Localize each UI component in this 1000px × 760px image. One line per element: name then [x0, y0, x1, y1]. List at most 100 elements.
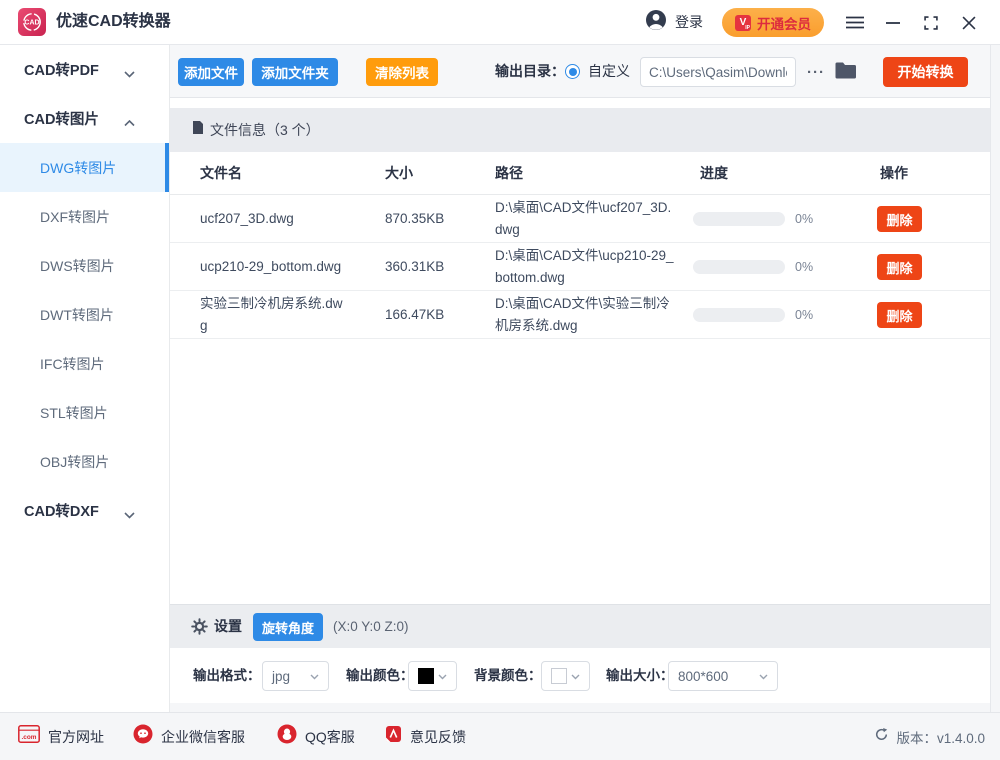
table-header: 文件名 大小 路径 进度 操作 [170, 152, 990, 195]
file-size: 166.47KB [385, 304, 480, 326]
sidebar-group-label: CAD转PDF [24, 59, 99, 80]
sidebar-group-cad-to-pdf[interactable]: CAD转PDF [0, 45, 169, 94]
svg-text:.com: .com [22, 734, 37, 741]
refresh-icon[interactable] [874, 727, 889, 747]
file-path: D:\桌面\CAD文件\ucp210-29_bottom.dwg [495, 245, 675, 289]
rotation-values: (X:0 Y:0 Z:0) [333, 605, 409, 648]
output-color-select[interactable] [408, 661, 457, 691]
white-color-swatch [551, 668, 567, 684]
login-label: 登录 [675, 12, 703, 32]
sidebar-item-stl-to-image[interactable]: STL转图片 [0, 388, 169, 437]
column-progress: 进度 [700, 152, 860, 195]
output-size-value: 800*600 [678, 669, 728, 684]
vip-icon: V IP [735, 15, 751, 31]
output-color-label: 输出颜色： [346, 648, 414, 703]
sidebar-item-dxf-to-image[interactable]: DXF转图片 [0, 192, 169, 241]
file-size: 360.31KB [385, 256, 480, 278]
sidebar-item-dws-to-image[interactable]: DWS转图片 [0, 241, 169, 290]
file-path: D:\桌面\CAD文件\ucf207_3D.dwg [495, 197, 675, 241]
output-size-label: 输出大小： [606, 648, 674, 703]
wechat-support-link[interactable]: 企业微信客服 [133, 713, 245, 760]
titlebar: CAD 优速CAD转换器 登录 V IP 开通会员 [0, 0, 1000, 45]
sidebar-item-label: DWT转图片 [40, 305, 114, 325]
maximize-icon[interactable] [914, 0, 948, 45]
sidebar-item-label: DWS转图片 [40, 256, 115, 276]
sidebar-item-label: STL转图片 [40, 403, 108, 423]
file-name: 实验三制冷机房系统.dwg [200, 293, 350, 337]
scroll-gutter[interactable] [990, 45, 1000, 712]
sidebar-group-cad-to-dxf[interactable]: CAD转DXF [0, 486, 169, 535]
output-path-input[interactable] [640, 57, 796, 87]
sidebar-item-dwg-to-image[interactable]: DWG转图片 [0, 143, 169, 192]
settings-bar: 设置 旋转角度 (X:0 Y:0 Z:0) [170, 604, 990, 648]
chevron-down-icon [759, 667, 768, 685]
browse-more-button[interactable]: ··· [803, 50, 829, 94]
chevron-down-icon [310, 667, 319, 685]
sidebar-item-dwt-to-image[interactable]: DWT转图片 [0, 290, 169, 339]
toolbar: 添加文件 添加文件夹 清除列表 输出目录： 自定义 ··· 开始转换 [170, 45, 990, 98]
file-list-panel: 文件信息（3 个） 文件名 大小 路径 进度 操作 ucf207_3D.dwg … [170, 98, 990, 604]
table-row: ucf207_3D.dwg 870.35KB D:\桌面\CAD文件\ucf20… [170, 195, 990, 243]
rotate-angle-button[interactable]: 旋转角度 [253, 613, 323, 641]
file-name: ucp210-29_bottom.dwg [200, 256, 350, 278]
close-icon[interactable] [952, 0, 986, 45]
settings-label: 设置 [214, 605, 242, 648]
sidebar-group-label: CAD转图片 [24, 108, 99, 129]
start-convert-button[interactable]: 开始转换 [883, 57, 968, 87]
sidebar-group-cad-to-image[interactable]: CAD转图片 [0, 94, 169, 143]
login-button[interactable]: 登录 [645, 10, 703, 34]
sidebar-item-obj-to-image[interactable]: OBJ转图片 [0, 437, 169, 486]
file-size: 870.35KB [385, 208, 480, 230]
svg-text:CAD: CAD [24, 20, 39, 27]
output-options-row: 输出格式： jpg 输出颜色： 背景颜色： 输出大小： 800*600 [170, 648, 990, 703]
dot-com-browser-icon: .com [18, 725, 40, 748]
output-format-value: jpg [272, 669, 290, 684]
table-row: 实验三制冷机房系统.dwg 166.47KB D:\桌面\CAD文件\实验三制冷… [170, 291, 990, 339]
qq-support-label: QQ客服 [305, 727, 355, 747]
open-folder-icon[interactable] [834, 61, 858, 85]
sidebar-item-label: OBJ转图片 [40, 452, 109, 472]
file-info-label: 文件信息（3 个） [210, 120, 320, 140]
output-size-select[interactable]: 800*600 [668, 661, 778, 691]
feedback-label: 意见反馈 [410, 727, 466, 747]
custom-radio-label: 自定义 [588, 45, 630, 97]
qq-icon [277, 724, 297, 749]
add-folder-button[interactable]: 添加文件夹 [252, 58, 338, 86]
delete-button[interactable]: 删除 [877, 302, 922, 328]
background-color-label: 背景颜色： [474, 648, 542, 703]
chevron-down-icon [124, 66, 135, 82]
sidebar-item-label: IFC转图片 [40, 354, 105, 374]
vip-upgrade-button[interactable]: V IP 开通会员 [722, 8, 824, 37]
menu-icon[interactable] [838, 0, 872, 45]
progress-bar [693, 260, 785, 274]
background-color-select[interactable] [541, 661, 590, 691]
custom-radio[interactable] [565, 64, 580, 79]
add-file-button[interactable]: 添加文件 [178, 58, 244, 86]
user-avatar-icon [645, 9, 667, 36]
wechat-support-label: 企业微信客服 [161, 727, 245, 747]
sidebar: CAD转PDF CAD转图片 DWG转图片 DXF转图片 DWS转图片 DWT转… [0, 45, 170, 712]
column-action: 操作 [880, 152, 960, 195]
file-name: ucf207_3D.dwg [200, 208, 350, 230]
official-site-link[interactable]: .com 官方网址 [18, 713, 104, 760]
qq-support-link[interactable]: QQ客服 [277, 713, 355, 760]
app-title: 优速CAD转换器 [56, 0, 171, 44]
output-format-select[interactable]: jpg [262, 661, 329, 691]
sidebar-item-label: DXF转图片 [40, 207, 110, 227]
gear-icon [191, 618, 208, 640]
feedback-link[interactable]: 意见反馈 [385, 713, 466, 760]
footer: .com 官方网址 企业微信客服 QQ客服 [0, 712, 1000, 760]
chevron-down-icon [571, 667, 580, 685]
app-logo-icon: CAD [18, 8, 46, 36]
feedback-doc-icon [385, 725, 402, 748]
minimize-icon[interactable] [876, 0, 910, 45]
sidebar-item-label: DWG转图片 [40, 158, 116, 178]
wechat-icon [133, 724, 153, 749]
sidebar-group-label: CAD转DXF [24, 500, 99, 521]
chevron-up-icon [124, 115, 135, 131]
file-info-bar: 文件信息（3 个） [170, 108, 990, 152]
clear-list-button[interactable]: 清除列表 [366, 58, 438, 86]
sidebar-item-ifc-to-image[interactable]: IFC转图片 [0, 339, 169, 388]
delete-button[interactable]: 删除 [877, 206, 922, 232]
delete-button[interactable]: 删除 [877, 254, 922, 280]
